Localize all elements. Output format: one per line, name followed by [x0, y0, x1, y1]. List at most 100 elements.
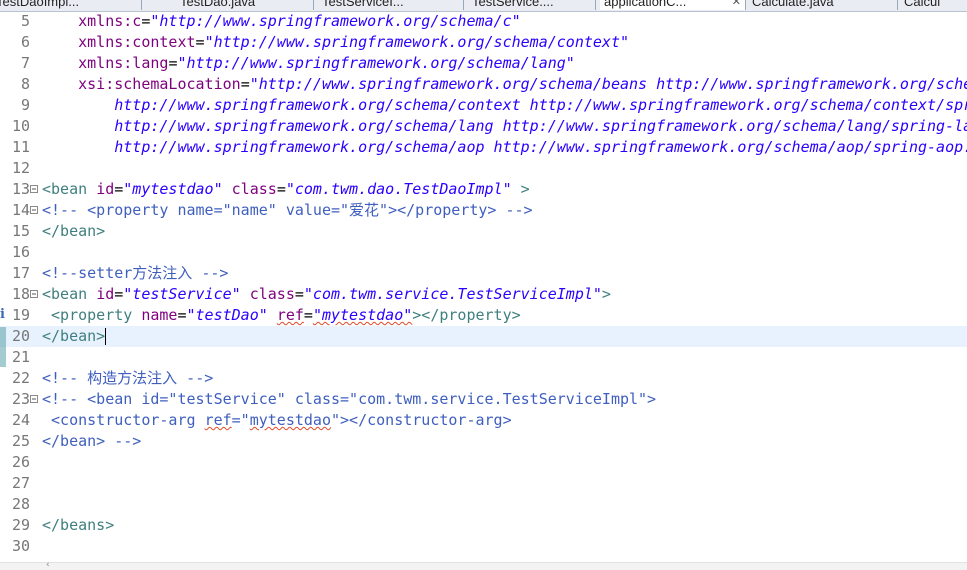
editor-tab[interactable]: TestDaoImpl... [0, 0, 142, 10]
code-token: = [240, 75, 250, 93]
editor-tab[interactable]: TestService.... [468, 0, 596, 10]
code-token: xmlns:context [78, 33, 196, 51]
code-token: ref [276, 306, 304, 324]
code-line[interactable]: 6 xmlns:context="http://www.springframew… [0, 32, 967, 53]
code-token: "com.twm.service.TestServiceImpl" [303, 285, 602, 303]
editor-tab[interactable]: Calculate.java [748, 0, 898, 10]
code-line[interactable]: 18 <bean id="testService" class="com.twm.… [0, 284, 967, 305]
code-line[interactable]: 22 <!-- 构造方法注入 --> [0, 368, 967, 389]
code-line[interactable]: 11 http://www.springframework.org/schema… [0, 137, 967, 158]
code-token: "http://www.springframework.org/schema/c… [150, 12, 521, 30]
code-token: name [141, 306, 178, 324]
code-token: "http://www.springframework.org/schema/b… [249, 75, 967, 93]
code-line[interactable]: 5 xmlns:c="http://www.springframework.or… [0, 11, 967, 32]
editor-tab[interactable]: TestServiceI... [318, 0, 464, 10]
line-number: 26 [11, 453, 30, 471]
code-line[interactable]: 23 <!-- <bean id="testService" class="com… [0, 389, 967, 410]
code-text: <bean id="testService" class="com.twm.se… [42, 284, 611, 305]
code-line[interactable]: 13 <bean id="mytestdao" class="com.twm.da… [0, 179, 967, 200]
change-indicator [0, 327, 6, 367]
code-line[interactable]: 28 [0, 494, 967, 515]
code-token: </bean> --> [42, 432, 142, 450]
editor-tab[interactable]: Calcul [900, 0, 967, 10]
fold-collapse-icon[interactable] [30, 185, 38, 193]
code-line[interactable]: 21 [0, 347, 967, 368]
code-token: id [96, 180, 115, 198]
fold-collapse-icon[interactable] [30, 290, 38, 298]
editor-tab-label: TestService.... [472, 0, 554, 9]
editor-tab-label: TestDaoImpl... [0, 0, 80, 9]
editor-tab-label: Calculate.java [752, 0, 834, 9]
code-text: xmlns:lang="http://www.springframework.o… [42, 53, 575, 74]
code-line[interactable]: 10 http://www.springframework.org/schema… [0, 116, 967, 137]
code-line[interactable]: 15 </bean> [0, 221, 967, 242]
code-text: <!--setter方法注入 --> [42, 263, 228, 284]
code-line[interactable]: 16 [0, 242, 967, 263]
code-line[interactable]: 17 <!--setter方法注入 --> [0, 263, 967, 284]
code-token: "http://www.springframework.org/schema/l… [177, 54, 575, 72]
code-line[interactable]: 20 </bean> [0, 326, 967, 347]
code-token: http://www.springframework.org/schema/co… [114, 96, 967, 114]
code-text: </beans> [42, 515, 114, 536]
code-line[interactable]: 29 </beans> [0, 515, 967, 536]
code-token: class [249, 285, 295, 303]
code-token: "testDao" [186, 306, 268, 324]
code-line[interactable]: 9 http://www.springframework.org/schema/… [0, 95, 967, 116]
code-token: > [601, 285, 611, 303]
code-line[interactable]: 14 <!-- <property name="name" value="爱花">… [0, 200, 967, 221]
line-number: 22 [11, 369, 30, 387]
code-text: <!-- 构造方法注入 --> [42, 368, 213, 389]
close-tab-icon[interactable]: ✕ [732, 0, 741, 10]
code-token: ref [204, 411, 232, 429]
line-number: 11 [11, 138, 30, 156]
code-line[interactable]: 25 </bean> --> [0, 431, 967, 452]
code-token: xmlns:lang [78, 54, 169, 72]
fold-collapse-icon[interactable] [30, 395, 38, 403]
code-line[interactable]: 26 [0, 452, 967, 473]
editor-tab-label: Calcul [904, 0, 941, 9]
code-token: <!-- <property name="name" value="爱花"></… [42, 201, 533, 219]
code-line[interactable]: 24 <constructor-arg ref="mytestdao"></co… [0, 410, 967, 431]
code-line[interactable]: 8 xsi:schemaLocation="http://www.springf… [0, 74, 967, 95]
line-number: 17 [11, 264, 30, 282]
code-text: <bean id="mytestdao" class="com.twm.dao.… [42, 179, 530, 200]
editor-tab-label: TestServiceI... [322, 0, 404, 9]
line-number: 28 [11, 495, 30, 513]
code-text: <!-- <bean id="testService" class="com.t… [42, 389, 656, 410]
code-token: </bean> [42, 222, 106, 240]
code-token: id [96, 285, 115, 303]
info-marker-icon[interactable]: i [0, 305, 6, 325]
code-token: "com.twm.dao.TestDaoImpl" [285, 180, 512, 198]
fold-collapse-icon[interactable] [30, 206, 38, 214]
code-line[interactable]: 19 <property name="testDao" ref="mytestd… [0, 305, 967, 326]
code-line[interactable]: 30 [0, 536, 967, 557]
code-line[interactable]: 27 [0, 473, 967, 494]
line-number: 7 [20, 54, 30, 72]
code-token: ></property> [412, 306, 521, 324]
line-number: 12 [11, 159, 30, 177]
code-token: <property [42, 306, 142, 324]
line-number: 5 [20, 12, 30, 30]
editor-tab[interactable]: applicationC... ✕ [600, 0, 746, 10]
code-token: class [231, 180, 277, 198]
code-token: = [114, 180, 124, 198]
code-token: "http://www.springframework.org/schema/c… [204, 33, 630, 51]
code-line[interactable]: 7 xmlns:lang="http://www.springframework… [0, 53, 967, 74]
xml-editor[interactable]: 5 xmlns:c="http://www.springframework.or… [0, 11, 967, 562]
code-text: <constructor-arg ref="mytestdao"></const… [42, 410, 512, 431]
line-number: 29 [11, 516, 30, 534]
code-text: <property name="testDao" ref="mytestdao"… [42, 305, 521, 326]
code-text: </bean> [42, 221, 105, 242]
code-token: "mytestdao" [312, 306, 413, 324]
code-token: xmlns:c [78, 12, 142, 30]
editor-tab[interactable]: TestDao.java [176, 0, 314, 10]
code-line[interactable]: 12 [0, 158, 967, 179]
code-token: = [294, 285, 304, 303]
code-text: </bean> [42, 326, 107, 347]
line-number: 8 [20, 75, 30, 93]
code-text: http://www.springframework.org/schema/co… [42, 95, 967, 116]
